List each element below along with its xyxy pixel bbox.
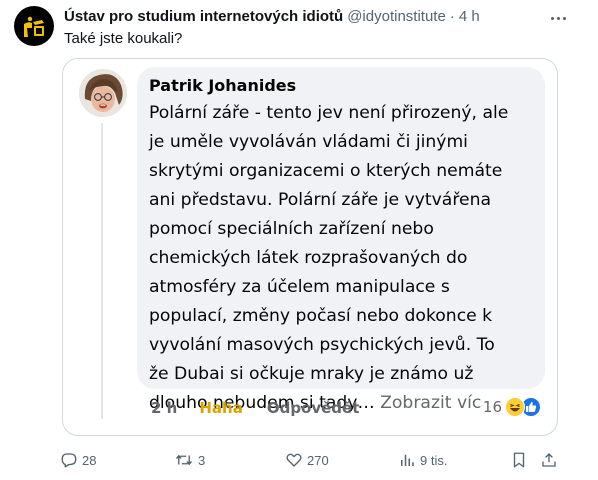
tweet-timestamp[interactable]: 4 h: [459, 7, 480, 27]
child-portrait-icon: [79, 69, 127, 117]
like-button[interactable]: 270: [285, 448, 329, 472]
comment-actions: 2 h Haha Odpovědět: [151, 399, 359, 417]
comment-bubble: Patrik Johanides Polární záře - tento je…: [137, 67, 545, 413]
reply-link: Odpovědět: [266, 399, 360, 417]
share-icon: [542, 453, 556, 467]
like-count: 270: [307, 452, 329, 468]
view-count: 9 tis.: [420, 452, 448, 468]
engagement-bar: 28 3 270 9 tis.: [60, 448, 560, 472]
commenter-name: Patrik Johanides: [149, 76, 297, 95]
heart-icon: [286, 453, 302, 467]
reply-count: 28: [82, 452, 97, 468]
more-options-button[interactable]: [546, 8, 570, 28]
author-name[interactable]: Ústav pro studium internetových idiotů: [64, 7, 343, 27]
bookmark-button[interactable]: [510, 448, 528, 472]
tweet[interactable]: Ústav pro studium internetových idiotů @…: [0, 0, 598, 480]
haha-emoji-icon: [505, 397, 525, 417]
comment-time: 2 h: [151, 399, 178, 417]
bookmark-icon: [513, 452, 525, 468]
retweet-button[interactable]: 3: [174, 448, 205, 472]
author-avatar[interactable]: [14, 6, 54, 46]
retweet-icon: [175, 454, 193, 466]
reply-icon: [61, 453, 77, 468]
haha-reaction-label: Haha: [199, 399, 243, 417]
see-more-link: Zobrazit víc: [380, 393, 482, 413]
reaction-summary: 16: [483, 397, 541, 417]
reaction-count: 16: [482, 398, 502, 416]
retweet-count: 3: [198, 452, 206, 468]
thread-line: [101, 123, 103, 419]
separator-dot: ·: [449, 8, 455, 25]
views-button[interactable]: 9 tis.: [398, 448, 447, 472]
tweet-header: Ústav pro studium internetových idiotů @…: [64, 7, 552, 27]
more-dots-icon: [550, 16, 554, 20]
commenter-avatar: [79, 69, 127, 117]
tweet-text: Také jste koukali?: [64, 30, 183, 47]
share-button[interactable]: [540, 448, 558, 472]
reply-button[interactable]: 28: [60, 448, 96, 472]
author-handle[interactable]: @idyotinstitute: [347, 7, 446, 27]
tweet-media-image[interactable]: Patrik Johanides Polární záře - tento je…: [62, 58, 558, 436]
views-chart-icon: [401, 454, 414, 466]
comment-text: Polární záře - tento jev není přirozený,…: [149, 99, 533, 418]
institute-logo-icon: [24, 16, 44, 37]
comment-body: Polární záře - tento jev není přirozený,…: [149, 103, 509, 413]
